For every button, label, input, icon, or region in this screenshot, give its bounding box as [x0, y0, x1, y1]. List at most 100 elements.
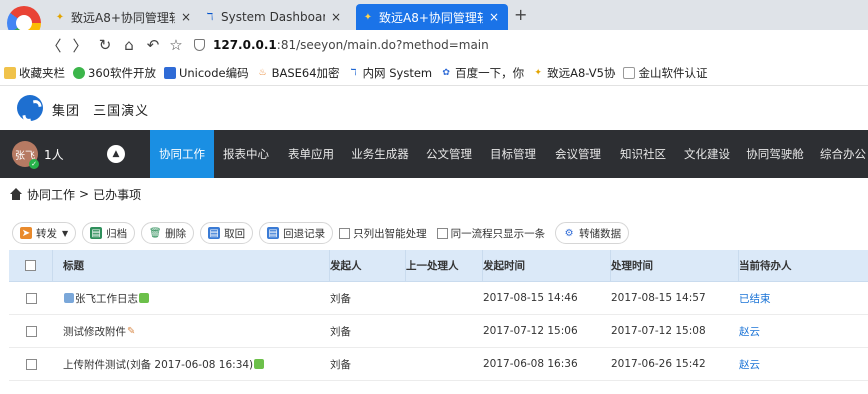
- done-items-table: 标题 发起人 上一处理人 发起时间 处理时间 当前待办人 张飞工作日志 刘备 2…: [9, 250, 868, 381]
- col-start-time[interactable]: 发起时间: [483, 250, 611, 281]
- select-all-checkbox[interactable]: [25, 260, 36, 271]
- close-icon[interactable]: ×: [331, 10, 341, 24]
- bookmarks-bar: 收藏夹栏 360软件开放 Unicode编码 ♨ BASE64加密 ℸ 内网 S…: [0, 60, 868, 86]
- new-tab-icon[interactable]: +: [514, 5, 527, 24]
- row-title[interactable]: 张飞工作日志: [75, 291, 138, 306]
- table-header: 标题 发起人 上一处理人 发起时间 处理时间 当前待办人: [9, 250, 868, 282]
- current-handler-cell[interactable]: 已结束: [739, 282, 868, 314]
- nav-item-meetings[interactable]: 会议管理: [546, 130, 610, 178]
- archive-button[interactable]: ▤ 归档: [82, 222, 136, 244]
- dump-icon: ⚙: [564, 227, 574, 239]
- nav-item-reports[interactable]: 报表中心: [216, 130, 276, 178]
- browser-tab-3[interactable]: ✦ 致远A8+协同管理软件 V ×: [356, 4, 508, 30]
- url-path: :81/seeyon/main.do?method=main: [276, 38, 489, 52]
- workflow-icon: [64, 293, 74, 303]
- breadcrumb-section[interactable]: 协同工作: [27, 186, 75, 203]
- forward-icon[interactable]: 〉: [70, 35, 90, 55]
- col-title[interactable]: 标题: [53, 250, 330, 281]
- button-label: 删除: [165, 227, 187, 240]
- handle-time-cell: 2017-07-12 15:08: [611, 325, 706, 337]
- nav-item-goals[interactable]: 目标管理: [482, 130, 544, 178]
- forward-button[interactable]: ➤ 转发 ▼: [12, 222, 77, 244]
- col-previous-handler[interactable]: 上一处理人: [406, 250, 483, 281]
- bookmark-label: 360软件开放: [88, 65, 156, 80]
- bookmark-label: 百度一下，你: [455, 65, 525, 80]
- start-time-cell: 2017-07-12 15:06: [483, 325, 578, 337]
- checkbox-label: 同一流程只显示一条: [450, 227, 546, 240]
- nav-item-culture[interactable]: 文化建设: [676, 130, 738, 178]
- row-select-cell: [9, 315, 53, 347]
- dump-data-button[interactable]: ⚙ 转储数据: [555, 222, 630, 244]
- reload-icon[interactable]: ↻: [95, 35, 115, 55]
- nav-item-biz-generator[interactable]: 业务生成器: [344, 130, 416, 178]
- bookmark-360[interactable]: 360软件开放: [73, 65, 156, 81]
- checkbox-label: 只列出智能处理: [353, 227, 427, 240]
- bookmark-folder[interactable]: 收藏夹栏: [4, 65, 65, 81]
- browser-tab-1[interactable]: ✦ 致远A8+协同管理软件 V ×: [48, 4, 198, 30]
- delete-button[interactable]: 🗑 删除: [141, 222, 195, 244]
- bookmark-unicode[interactable]: Unicode编码: [163, 65, 249, 81]
- table-row[interactable]: 测试修改附件 ✎ 刘备 2017-07-12 15:06 2017-07-12 …: [9, 315, 868, 348]
- bookmark-base64[interactable]: ♨ BASE64加密: [257, 65, 340, 81]
- archive-icon: ▤: [90, 227, 103, 239]
- undo-icon[interactable]: ↶: [143, 35, 163, 55]
- close-icon[interactable]: ×: [489, 10, 499, 24]
- nav-item-collab[interactable]: 协同工作: [150, 130, 214, 178]
- previous-handler-cell: [406, 348, 483, 380]
- button-label: 回退记录: [283, 227, 326, 240]
- bookmark-label: 收藏夹栏: [19, 65, 65, 80]
- table-row[interactable]: 上传附件测试(刘备 2017-06-08 16:34) 刘备 2017-06-0…: [9, 348, 868, 381]
- bookmark-zhiyuan[interactable]: ✦ 致远A8-V5协: [532, 65, 615, 81]
- org-title[interactable]: 集团 三国演义: [52, 100, 149, 119]
- checkbox[interactable]: [339, 227, 351, 239]
- title-cell[interactable]: 上传附件测试(刘备 2017-06-08 16:34): [53, 348, 330, 380]
- row-checkbox[interactable]: [25, 358, 37, 370]
- online-count[interactable]: 1人: [44, 146, 64, 163]
- nav-item-cockpit[interactable]: 协同驾驶舱: [740, 130, 810, 178]
- bookmark-baidu[interactable]: ✿ 百度一下，你: [440, 65, 524, 81]
- checkbox[interactable]: [436, 227, 448, 239]
- row-title[interactable]: 测试修改附件: [63, 324, 126, 339]
- table-row[interactable]: 张飞工作日志 刘备 2017-08-15 14:46 2017-08-15 14…: [9, 282, 868, 315]
- zhiyuan-icon: ✦: [55, 11, 65, 23]
- bookmark-label: 金山软件认证: [638, 65, 708, 80]
- history-button[interactable]: ▤ 回退记录: [259, 222, 334, 244]
- star-icon[interactable]: ☆: [166, 35, 186, 55]
- home-icon[interactable]: [10, 188, 22, 200]
- home-icon[interactable]: ⌂: [119, 35, 139, 55]
- button-label: 取回: [224, 227, 246, 240]
- current-handler-cell[interactable]: 赵云: [739, 315, 868, 347]
- 360-icon: [73, 66, 85, 79]
- start-time-cell: 2017-06-08 16:36: [483, 358, 578, 370]
- bookmark-system[interactable]: ℸ 内网 System: [348, 65, 432, 81]
- nav-item-documents[interactable]: 公文管理: [418, 130, 480, 178]
- back-icon[interactable]: 〈: [44, 35, 64, 55]
- start-time-cell: 2017-08-15 14:46: [483, 292, 578, 304]
- nav-item-knowledge[interactable]: 知识社区: [612, 130, 674, 178]
- col-sender[interactable]: 发起人: [330, 250, 406, 281]
- row-select-cell: [9, 348, 53, 380]
- browser-tab-strip: ✦ 致远A8+协同管理软件 V × ℸ System Dashboard - S…: [0, 0, 868, 40]
- nav-item-office[interactable]: 综合办公: [812, 130, 868, 178]
- address-bar[interactable]: 127.0.0.1 :81/seeyon/main.do?method=main: [194, 35, 489, 55]
- current-handler-cell[interactable]: 赵云: [739, 348, 868, 380]
- browser-tab-2[interactable]: ℸ System Dashboard - Se ×: [198, 4, 354, 30]
- app-logo-icon: [17, 95, 43, 121]
- row-title[interactable]: 上传附件测试(刘备 2017-06-08 16:34): [63, 357, 253, 372]
- col-handle-time[interactable]: 处理时间: [611, 250, 739, 281]
- col-current-handler[interactable]: 当前待办人: [739, 250, 868, 281]
- title-cell[interactable]: 测试修改附件 ✎: [53, 315, 330, 347]
- same-flow-checkbox[interactable]: 同一流程只显示一条: [436, 226, 546, 241]
- smart-only-checkbox[interactable]: 只列出智能处理: [339, 226, 427, 241]
- compass-icon[interactable]: ▲: [107, 145, 125, 163]
- nav-item-forms[interactable]: 表单应用: [280, 130, 342, 178]
- attachment-icon: ✎: [127, 325, 136, 337]
- title-cell[interactable]: 张飞工作日志: [53, 282, 330, 314]
- close-icon[interactable]: ×: [181, 10, 191, 24]
- retrieve-button[interactable]: ▤ 取回: [200, 222, 254, 244]
- bookmark-kingsoft[interactable]: 金山软件认证: [623, 65, 707, 81]
- row-checkbox[interactable]: [25, 325, 37, 337]
- retrieve-icon: ▤: [208, 227, 221, 239]
- tab-title: 致远A8+协同管理软件 V: [379, 10, 483, 25]
- row-checkbox[interactable]: [25, 292, 37, 304]
